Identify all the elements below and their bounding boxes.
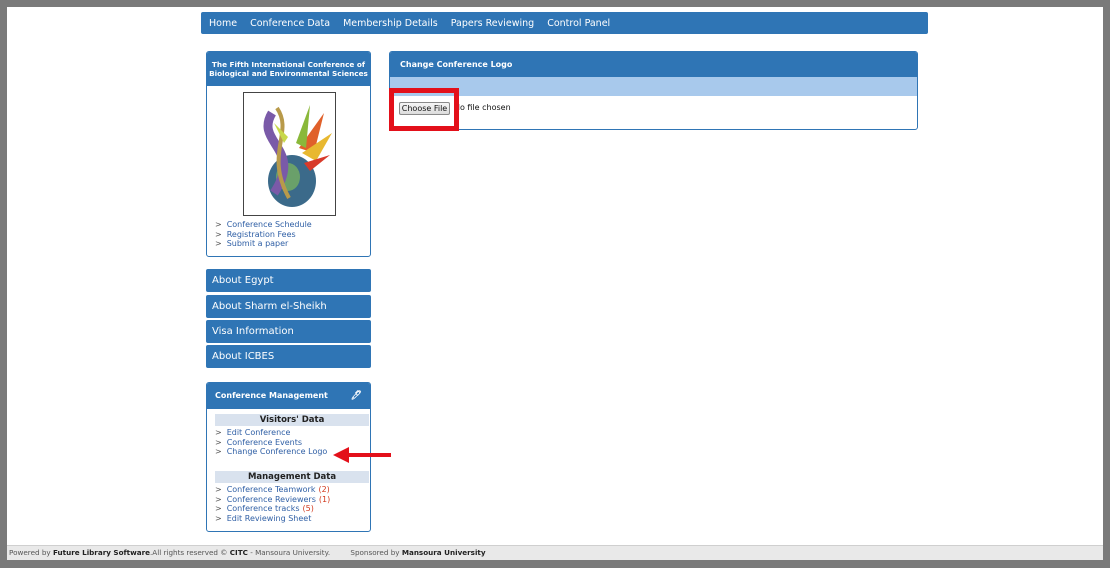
link-edit-conference[interactable]: > Edit Conference (215, 428, 327, 438)
sidebar-item-about-sharm[interactable]: About Sharm el-Sheikh (206, 295, 371, 318)
sidebar-item-visa-information[interactable]: Visa Information (206, 320, 371, 343)
link-edit-reviewing-sheet[interactable]: > Edit Reviewing Sheet (215, 514, 330, 524)
link-registration-fees[interactable]: > Registration Fees (215, 230, 312, 240)
red-arrow-icon (333, 447, 391, 463)
footer-software-link[interactable]: Future Library Software (53, 548, 150, 557)
count-badge: (2) (318, 485, 330, 494)
management-links: > Conference Teamwork (2) > Conference Revi… (215, 485, 330, 523)
nav-papers-reviewing[interactable]: Papers Reviewing (451, 18, 534, 29)
nav-control-panel[interactable]: Control Panel (547, 18, 610, 29)
conference-info-panel: The Fifth International Conference of Bi… (206, 51, 371, 257)
change-logo-panel: Change Conference Logo Choose File No fi… (389, 51, 918, 130)
footer-citc-link[interactable]: CITC (230, 548, 248, 557)
management-header: Conference Management 🖊 (207, 383, 370, 409)
link-conference-tracks[interactable]: > Conference tracks (5) (215, 504, 330, 514)
sidebar-item-about-icbes[interactable]: About ICBES (206, 345, 371, 368)
conference-title: The Fifth International Conference of Bi… (207, 52, 370, 86)
nav-home[interactable]: Home (209, 18, 237, 29)
highlight-box (389, 88, 459, 131)
count-badge: (5) (302, 504, 314, 513)
pin-icon[interactable]: 🖊 (351, 383, 362, 409)
nav-conference-data[interactable]: Conference Data (250, 18, 330, 29)
visitors-data-header: Visitors' Data (215, 414, 369, 426)
visitors-links: > Edit Conference > Conference Events > Cha… (215, 428, 327, 457)
change-logo-title: Change Conference Logo (390, 52, 917, 77)
nav-membership-details[interactable]: Membership Details (343, 18, 438, 29)
conference-logo-image (243, 92, 336, 216)
link-submit-paper[interactable]: > Submit a paper (215, 239, 312, 249)
file-status-text: No file chosen (454, 103, 511, 112)
link-conference-reviewers[interactable]: > Conference Reviewers (1) (215, 495, 330, 505)
link-conference-events[interactable]: > Conference Events (215, 438, 327, 448)
footer-sponsor-link[interactable]: Mansoura University (402, 548, 486, 557)
link-conference-teamwork[interactable]: > Conference Teamwork (2) (215, 485, 330, 495)
link-change-conference-logo[interactable]: > Change Conference Logo (215, 447, 327, 457)
conference-logo-icon (263, 105, 332, 207)
count-badge: (1) (318, 494, 331, 504)
panel-subbar (390, 77, 917, 96)
sidebar-item-about-egypt[interactable]: About Egypt (206, 269, 371, 292)
conference-links: > Conference Schedule > Registration Fees … (215, 220, 312, 249)
footer: Powered by Future Library Software.All r… (7, 545, 1103, 560)
link-conference-schedule[interactable]: > Conference Schedule (215, 220, 312, 230)
top-navigation: Home Conference Data Membership Details … (201, 12, 928, 34)
management-data-header: Management Data (215, 471, 369, 483)
